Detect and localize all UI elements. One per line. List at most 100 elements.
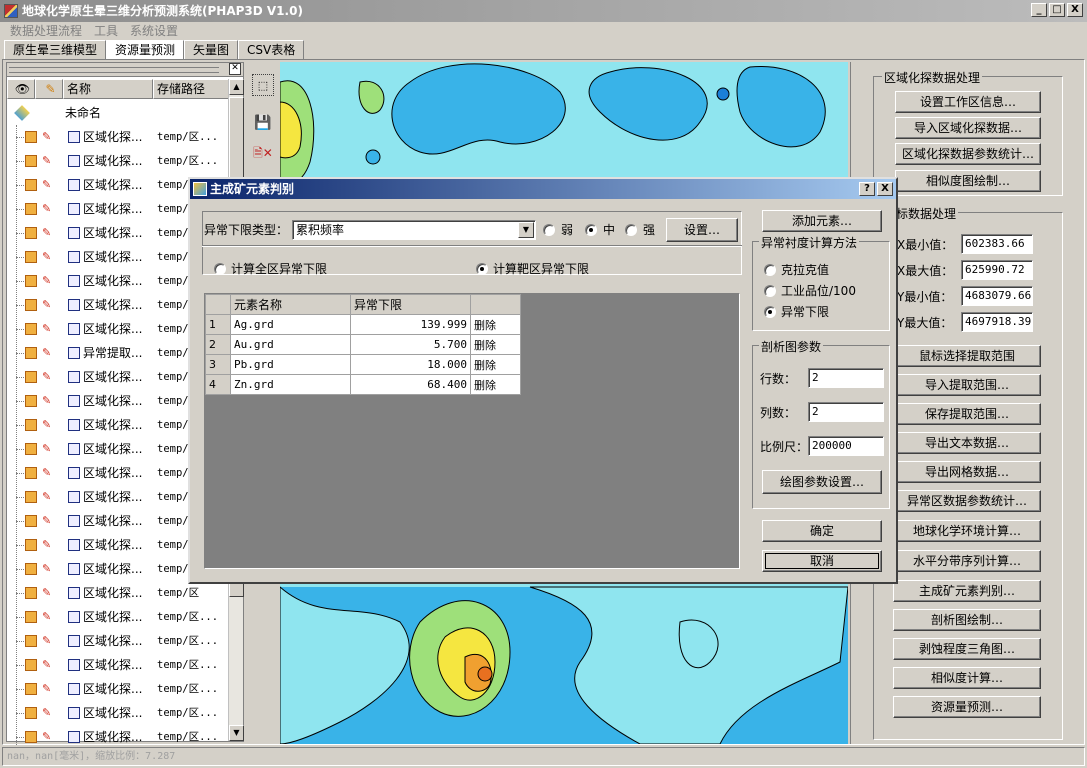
- visibility-checkbox-icon[interactable]: [25, 395, 37, 407]
- name-column-header[interactable]: 名称: [63, 79, 153, 99]
- target-action-button[interactable]: 导入提取范围…: [893, 374, 1041, 396]
- visibility-checkbox-icon[interactable]: [25, 731, 37, 743]
- visibility-checkbox-icon[interactable]: [25, 515, 37, 527]
- target-action-button[interactable]: 导出文本数据…: [893, 432, 1041, 454]
- method-clarke-radio[interactable]: [764, 264, 776, 276]
- edit-pencil-icon[interactable]: ✎: [42, 275, 54, 287]
- visibility-checkbox-icon[interactable]: [25, 371, 37, 383]
- visibility-checkbox-icon[interactable]: [25, 587, 37, 599]
- layer-row[interactable]: ✎ 区域化探... temp/区...: [7, 725, 229, 749]
- edit-pencil-icon[interactable]: ✎: [42, 227, 54, 239]
- table-row[interactable]: 4 Zn.grd 68.400 删除: [205, 374, 521, 395]
- menu-data-flow[interactable]: 数据处理流程: [4, 22, 88, 40]
- target-action-button[interactable]: 相似度计算…: [893, 667, 1041, 689]
- edit-pencil-icon[interactable]: ✎: [42, 563, 54, 575]
- edit-pencil-icon[interactable]: ✎: [42, 419, 54, 431]
- visibility-checkbox-icon[interactable]: [25, 467, 37, 479]
- target-action-button[interactable]: 主成矿元素判别…: [893, 580, 1041, 602]
- dialog-close-button[interactable]: X: [877, 182, 893, 196]
- method-grade-radio[interactable]: [764, 285, 776, 297]
- visibility-column-header[interactable]: 👁: [7, 79, 35, 99]
- coord-input[interactable]: 4683079.66: [961, 286, 1033, 306]
- strength-weak-radio[interactable]: [543, 224, 555, 236]
- visibility-checkbox-icon[interactable]: [25, 683, 37, 695]
- edit-pencil-icon[interactable]: ✎: [42, 443, 54, 455]
- edit-pencil-icon[interactable]: ✎: [42, 371, 54, 383]
- scope-target-radio[interactable]: [476, 263, 488, 275]
- coord-input[interactable]: 625990.72: [961, 260, 1033, 280]
- table-row[interactable]: 3 Pb.grd 18.000 删除: [205, 354, 521, 375]
- scope-full-radio[interactable]: [214, 263, 226, 275]
- save-icon[interactable]: 💾: [252, 112, 274, 134]
- layer-row[interactable]: ✎ 区域化探... temp/区...: [7, 629, 229, 653]
- edit-pencil-icon[interactable]: ✎: [42, 515, 54, 527]
- help-button[interactable]: ?: [859, 182, 875, 196]
- layer-root[interactable]: 未命名: [7, 101, 229, 125]
- table-header-threshold[interactable]: 异常下限: [350, 294, 471, 315]
- edit-pencil-icon[interactable]: ✎: [42, 683, 54, 695]
- visibility-checkbox-icon[interactable]: [25, 347, 37, 359]
- table-row[interactable]: 2 Au.grd 5.700 删除: [205, 334, 521, 355]
- minimize-button[interactable]: _: [1031, 3, 1047, 17]
- scale-input[interactable]: 200000: [808, 436, 884, 456]
- edit-pencil-icon[interactable]: ✎: [42, 155, 54, 167]
- edit-pencil-icon[interactable]: ✎: [42, 203, 54, 215]
- delete-row-button[interactable]: 删除: [470, 354, 521, 375]
- visibility-checkbox-icon[interactable]: [25, 539, 37, 551]
- edit-pencil-icon[interactable]: ✎: [42, 395, 54, 407]
- edit-pencil-icon[interactable]: ✎: [42, 635, 54, 647]
- delete-layer-icon[interactable]: 🗎✕: [252, 142, 274, 164]
- edit-pencil-icon[interactable]: ✎: [42, 659, 54, 671]
- rows-input[interactable]: 2: [808, 368, 884, 388]
- chevron-down-icon[interactable]: ▼: [518, 222, 534, 238]
- edit-pencil-icon[interactable]: ✎: [42, 731, 54, 743]
- strength-strong-radio[interactable]: [625, 224, 637, 236]
- threshold-cell[interactable]: 18.000: [350, 354, 471, 375]
- visibility-checkbox-icon[interactable]: [25, 179, 37, 191]
- edit-pencil-icon[interactable]: ✎: [42, 131, 54, 143]
- target-action-button[interactable]: 保存提取范围…: [893, 403, 1041, 425]
- visibility-checkbox-icon[interactable]: [25, 611, 37, 623]
- visibility-checkbox-icon[interactable]: [25, 659, 37, 671]
- element-table[interactable]: 元素名称 异常下限 1 Ag.grd 139.999 删除 2 Au.grd 5.700 删除…: [204, 293, 740, 569]
- edit-pencil-icon[interactable]: ✎: [42, 491, 54, 503]
- plot-params-button[interactable]: 绘图参数设置…: [762, 470, 882, 494]
- path-column-header[interactable]: 存储路径: [153, 79, 229, 99]
- delete-row-button[interactable]: 删除: [470, 314, 521, 335]
- coord-input[interactable]: 4697918.39: [961, 312, 1033, 332]
- visibility-checkbox-icon[interactable]: [25, 563, 37, 575]
- regional-stats-button[interactable]: 区域化探数据参数统计…: [895, 143, 1041, 165]
- visibility-checkbox-icon[interactable]: [25, 491, 37, 503]
- visibility-checkbox-icon[interactable]: [25, 275, 37, 287]
- select-tool-icon[interactable]: ⬚: [252, 74, 274, 96]
- maximize-button[interactable]: □: [1049, 3, 1065, 17]
- visibility-checkbox-icon[interactable]: [25, 251, 37, 263]
- tab-vector-map[interactable]: 矢量图: [184, 40, 239, 59]
- tab-3d-model[interactable]: 原生晕三维模型: [4, 40, 107, 59]
- edit-pencil-icon[interactable]: ✎: [42, 587, 54, 599]
- visibility-checkbox-icon[interactable]: [25, 635, 37, 647]
- target-action-button[interactable]: 地球化学环境计算…: [893, 520, 1041, 542]
- scroll-up-arrow[interactable]: ▲: [229, 79, 244, 95]
- edit-pencil-icon[interactable]: ✎: [42, 251, 54, 263]
- tab-csv-table[interactable]: CSV表格: [238, 40, 305, 59]
- element-name-cell[interactable]: Ag.grd: [230, 314, 351, 335]
- close-button[interactable]: X: [1067, 3, 1083, 17]
- visibility-checkbox-icon[interactable]: [25, 227, 37, 239]
- layer-row[interactable]: ✎ 区域化探... temp/区...: [7, 677, 229, 701]
- edit-pencil-icon[interactable]: ✎: [42, 323, 54, 335]
- tab-resource-prediction[interactable]: 资源量预测: [106, 40, 185, 60]
- set-workspace-button[interactable]: 设置工作区信息…: [895, 91, 1041, 113]
- similarity-map-button[interactable]: 相似度图绘制…: [895, 170, 1041, 192]
- ok-button[interactable]: 确定: [762, 520, 882, 542]
- import-regional-data-button[interactable]: 导入区域化探数据…: [895, 117, 1041, 139]
- element-name-cell[interactable]: Au.grd: [230, 334, 351, 355]
- layer-row[interactable]: ✎ 区域化探... temp/区...: [7, 149, 229, 173]
- visibility-checkbox-icon[interactable]: [25, 155, 37, 167]
- visibility-checkbox-icon[interactable]: [25, 203, 37, 215]
- visibility-checkbox-icon[interactable]: [25, 323, 37, 335]
- layer-row[interactable]: ✎ 区域化探... temp/区...: [7, 653, 229, 677]
- cancel-button[interactable]: 取消: [762, 550, 882, 572]
- coord-input[interactable]: 602383.66: [961, 234, 1033, 254]
- edit-pencil-icon[interactable]: ✎: [42, 707, 54, 719]
